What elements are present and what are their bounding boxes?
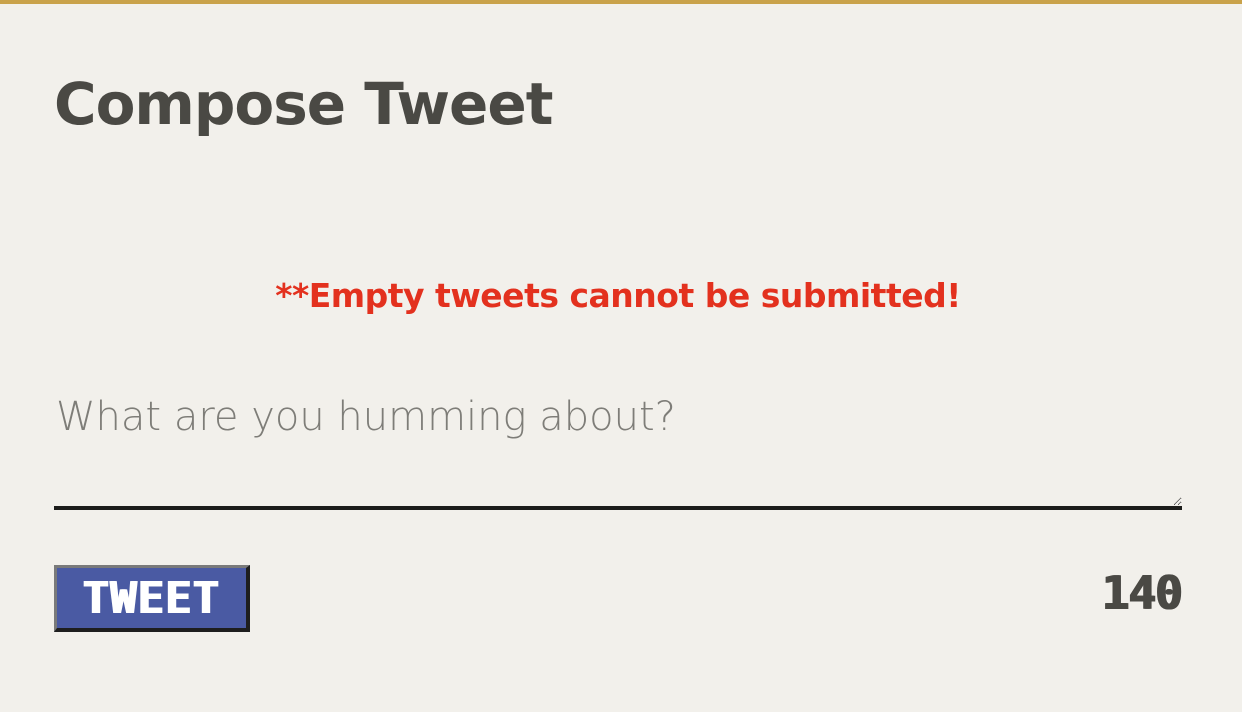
tweet-button[interactable]: TWEET [54,565,250,632]
character-counter: 140 [1101,566,1183,620]
compose-tweet-panel: Compose Tweet **Empty tweets cannot be s… [54,0,1183,712]
tweet-textarea-wrapper [54,384,1182,510]
tweet-textarea[interactable] [54,384,1182,510]
page-title: Compose Tweet [54,70,553,138]
error-message: **Empty tweets cannot be submitted! [275,276,961,315]
